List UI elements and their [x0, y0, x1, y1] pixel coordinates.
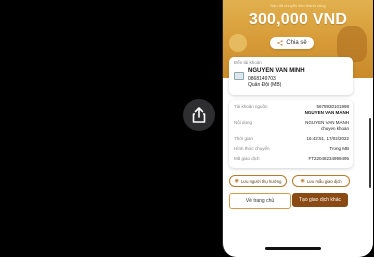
bookmark-icon: ◉: [234, 178, 239, 184]
share-icon: [192, 107, 206, 123]
detail-value: FT22048234999495: [308, 156, 349, 161]
transaction-details-card: Tài khoản nguồn 5678930101998 NGUYEN VAN …: [229, 100, 353, 168]
recipient-label: Đến tài khoản: [234, 60, 262, 65]
coin-decoration: [229, 34, 247, 52]
save-recipient-button[interactable]: ◉ Lưu người thụ hưởng: [229, 175, 287, 187]
success-message: Bạn đã chuyển tiền thành công: [270, 3, 326, 8]
detail-label: Hình thức chuyển: [234, 146, 270, 151]
template-icon: ◉: [300, 178, 305, 184]
share-label: Chia sẻ: [286, 40, 307, 46]
new-transaction-button[interactable]: Tạo giao dịch khác: [292, 193, 348, 207]
save-template-label: Lưu mẫu giao dịch: [306, 178, 342, 184]
detail-label: Thời gian: [234, 136, 253, 141]
detail-value: 16:42:51, 17/02/2022: [306, 136, 349, 141]
detail-row: Thời gian 16:42:51, 17/02/2022: [234, 136, 349, 141]
scrollbar[interactable]: [369, 118, 371, 188]
share-button[interactable]: Chia sẻ: [270, 37, 314, 49]
detail-value: NGUYEN VAN MANH: [305, 120, 349, 125]
recipient-bank: Quân Đội (MB): [248, 82, 282, 88]
detail-label: Mã giao dịch: [234, 156, 260, 161]
share-icon: [277, 40, 283, 46]
detail-value: Trong MB: [329, 146, 349, 151]
detail-value-secondary: NGUYEN VAN MANH: [304, 109, 349, 115]
detail-value-secondary: chuyen khoan: [320, 125, 349, 131]
detail-label: Tài khoản nguồn: [234, 104, 268, 109]
save-template-button[interactable]: ◉ Lưu mẫu giao dịch: [292, 175, 350, 187]
save-recipient-label: Lưu người thụ hưởng: [240, 178, 282, 184]
detail-label: Nội dung: [234, 120, 253, 125]
detail-row: Nội dung NGUYEN VAN MANH chuyen khoan: [234, 120, 349, 131]
bank-card-icon: [234, 72, 244, 80]
share-fab[interactable]: [183, 99, 215, 131]
recipient-card: Đến tài khoản NGUYEN VAN MINH 0868149703…: [229, 57, 353, 95]
phone-screen: Bạn đã chuyển tiền thành công 300,000 VN…: [222, 0, 373, 257]
recipient-name: NGUYEN VAN MINH: [248, 68, 305, 74]
detail-row: Hình thức chuyển Trong MB: [234, 146, 349, 151]
home-button[interactable]: Về trang chủ: [229, 193, 291, 209]
home-indicator[interactable]: [265, 247, 321, 250]
detail-row: Mã giao dịch FT22048234999495: [234, 156, 349, 161]
detail-row: Tài khoản nguồn 5678930101998 NGUYEN VAN …: [234, 104, 349, 115]
